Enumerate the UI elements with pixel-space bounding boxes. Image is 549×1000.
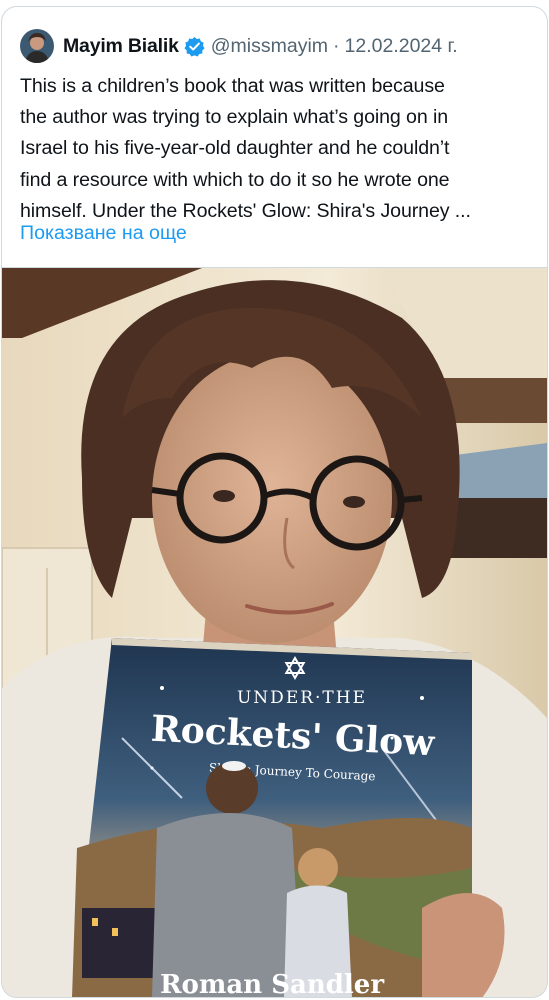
show-more-link[interactable]: Показване на още <box>20 218 187 249</box>
author-handle[interactable]: @missmayim <box>211 35 328 58</box>
book-line1: UNDER·THE <box>237 688 367 708</box>
tweet-photo[interactable]: UNDER·THE Rockets' Glow Shira's Journey … <box>2 267 547 998</box>
tweet-text: This is a children’s book that was writt… <box>20 75 471 222</box>
verified-badge-icon <box>184 36 205 57</box>
author-name[interactable]: Mayim Bialik <box>63 35 179 58</box>
tweet-date[interactable]: 12.02.2024 г. <box>345 35 458 58</box>
book-cover: UNDER·THE Rockets' Glow Shira's Journey … <box>72 638 472 998</box>
tweet-card[interactable]: Mayim Bialik @missmayim · 12.02.2024 г. … <box>1 6 548 998</box>
avatar[interactable] <box>20 29 54 63</box>
book-author: Roman Sandler <box>160 970 384 998</box>
separator-dot: · <box>333 34 340 57</box>
tweet-header: Mayim Bialik @missmayim · 12.02.2024 г. <box>20 29 458 63</box>
